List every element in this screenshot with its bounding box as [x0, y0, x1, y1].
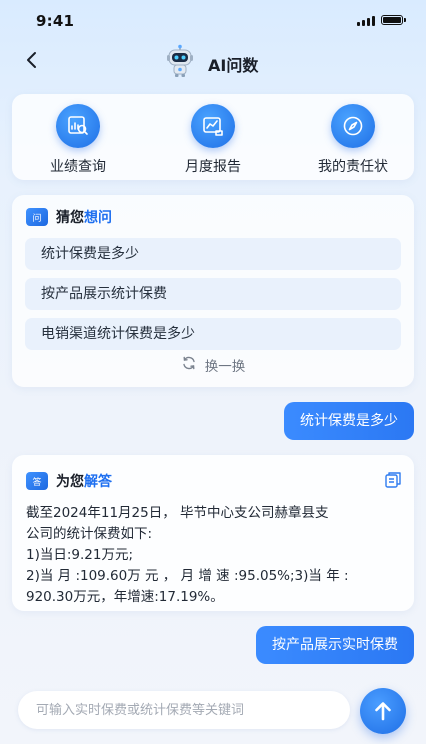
send-button[interactable]: [360, 688, 406, 734]
answer-text-line: 截至2024年11月25日， 毕节中心支公司赫章县支: [26, 505, 329, 521]
user-message-bubble: 统计保费是多少: [284, 402, 414, 440]
suggested-question[interactable]: 按产品展示统计保费: [25, 278, 401, 310]
battery-tip: [404, 18, 406, 22]
signal-icon: [357, 16, 375, 26]
monthly-report-icon: [191, 104, 235, 148]
refresh-button[interactable]: 换一换: [12, 355, 414, 375]
answer-text-line: 2)当 月 :109.60万 元 ， 月 增 速 :95.05%;3)当 年 :: [26, 568, 349, 584]
arrow-up-icon: [375, 702, 391, 721]
answer-title-prefix: 为您: [56, 474, 84, 490]
question-input[interactable]: [18, 691, 350, 729]
quick-action-label: 月度报告: [185, 159, 241, 175]
answer-card: 答 为您 解答 截至2024年11月25日， 毕节中心支公司赫章县支 公司的统计保…: [12, 455, 414, 611]
robot-avatar-icon: [163, 44, 197, 78]
suggested-question[interactable]: 统计保费是多少: [25, 238, 401, 270]
battery-icon: [381, 15, 403, 25]
status-time: 9:41: [36, 12, 75, 30]
quick-action-monthly-report[interactable]: 月度报告: [153, 104, 273, 176]
suggested-title-accent: 想问: [84, 210, 112, 226]
search-chart-icon: [56, 104, 100, 148]
suggested-question[interactable]: 电销渠道统计保费是多少: [25, 318, 401, 350]
suggested-questions-card: 问 猜您 想问 统计保费是多少 按产品展示统计保费 电销渠道统计保费是多少 换一换: [12, 195, 414, 387]
suggested-title-prefix: 猜您: [56, 210, 84, 226]
quick-actions-card: 业绩查询 月度报告 我的责任状: [12, 94, 414, 180]
copy-icon[interactable]: [384, 471, 402, 489]
quick-action-label: 业绩查询: [50, 159, 106, 175]
quick-action-performance[interactable]: 业绩查询: [18, 104, 138, 176]
answer-text-line: 920.30万元，年增速:17.19%。: [26, 589, 224, 605]
user-message-bubble: 按产品展示实时保费: [256, 626, 414, 664]
page-title: AI问数: [208, 56, 259, 75]
suggested-questions-header: 问 猜您 想问: [26, 207, 112, 227]
answer-icon: 答: [26, 472, 48, 490]
quick-action-label: 我的责任状: [318, 159, 388, 175]
answer-text-line: 1)当日:9.21万元;: [26, 547, 134, 563]
back-icon[interactable]: [22, 50, 42, 70]
refresh-icon: [181, 355, 197, 375]
quick-action-responsibility[interactable]: 我的责任状: [293, 104, 413, 176]
compass-icon: [331, 104, 375, 148]
answer-header: 答 为您 解答: [26, 471, 112, 491]
question-icon: 问: [26, 208, 48, 226]
answer-text-line: 公司的统计保费如下:: [26, 526, 153, 542]
answer-title-accent: 解答: [84, 474, 112, 490]
refresh-label: 换一换: [204, 359, 246, 375]
